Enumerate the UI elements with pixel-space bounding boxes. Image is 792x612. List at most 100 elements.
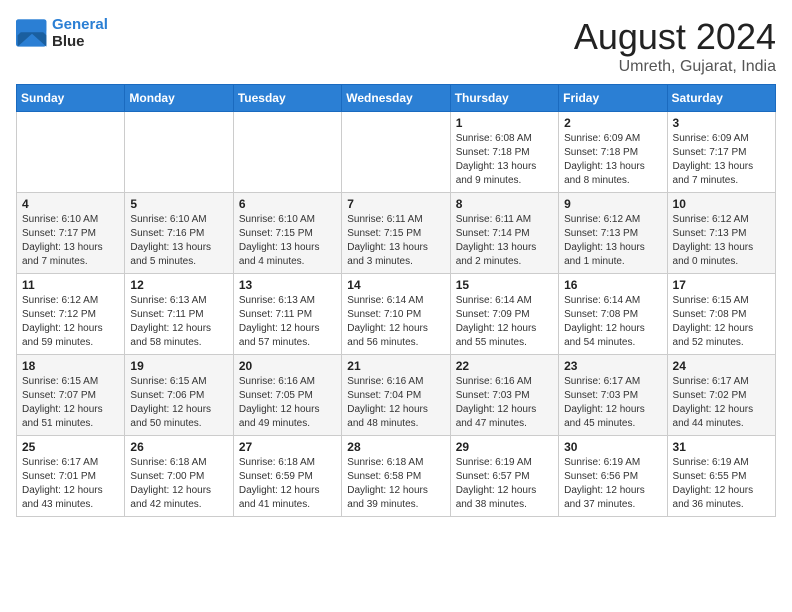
calendar-cell: 17Sunrise: 6:15 AMSunset: 7:08 PMDayligh… <box>667 274 775 355</box>
day-info: Sunrise: 6:15 AMSunset: 7:06 PMDaylight:… <box>130 375 227 431</box>
day-number: 8 <box>456 197 553 211</box>
weekday-header-thursday: Thursday <box>450 85 558 112</box>
calendar-cell <box>17 112 125 193</box>
day-number: 3 <box>673 116 770 130</box>
header: General Blue August 2024 Umreth, Gujarat… <box>16 16 776 76</box>
day-number: 20 <box>239 359 336 373</box>
day-number: 15 <box>456 278 553 292</box>
day-info: Sunrise: 6:11 AMSunset: 7:15 PMDaylight:… <box>347 213 444 269</box>
calendar-cell: 25Sunrise: 6:17 AMSunset: 7:01 PMDayligh… <box>17 436 125 517</box>
title-area: August 2024 Umreth, Gujarat, India <box>574 16 776 76</box>
calendar-cell: 26Sunrise: 6:18 AMSunset: 7:00 PMDayligh… <box>125 436 233 517</box>
calendar-week-3: 11 Sunrise: 6:12 AMSunset: 7:12 PMDayligh… <box>17 274 776 355</box>
day-info: Sunrise: 6:13 AMSunset: 7:11 PMDaylight:… <box>130 294 227 350</box>
day-number: 19 <box>130 359 227 373</box>
day-info: Sunrise: 6:17 AMSunset: 7:02 PMDaylight:… <box>673 375 770 431</box>
calendar-cell: 15 Sunrise: 6:14 AMSunset: 7:09 PMDayligh… <box>450 274 558 355</box>
calendar-table: SundayMondayTuesdayWednesdayThursdayFrid… <box>16 84 776 517</box>
calendar-cell: 3 Sunrise: 6:09 AMSunset: 7:17 PMDaylight… <box>667 112 775 193</box>
day-number: 27 <box>239 440 336 454</box>
calendar-cell: 20 Sunrise: 6:16 AMSunset: 7:05 PMDayligh… <box>233 355 341 436</box>
calendar-cell: 1Sunrise: 6:08 AMSunset: 7:18 PMDaylight… <box>450 112 558 193</box>
day-number: 31 <box>673 440 770 454</box>
day-number: 14 <box>347 278 444 292</box>
calendar-cell: 30 Sunrise: 6:19 AMSunset: 6:56 PMDayligh… <box>559 436 667 517</box>
calendar-cell: 16 Sunrise: 6:14 AMSunset: 7:08 PMDayligh… <box>559 274 667 355</box>
day-info: Sunrise: 6:12 AMSunset: 7:13 PMDaylight:… <box>564 213 661 269</box>
calendar-cell <box>342 112 450 193</box>
day-number: 2 <box>564 116 661 130</box>
logo-text: General Blue <box>52 16 108 50</box>
day-info: Sunrise: 6:08 AMSunset: 7:18 PMDaylight:… <box>456 132 553 188</box>
calendar-cell: 19 Sunrise: 6:15 AMSunset: 7:06 PMDayligh… <box>125 355 233 436</box>
calendar-cell: 21Sunrise: 6:16 AMSunset: 7:04 PMDayligh… <box>342 355 450 436</box>
weekday-header-monday: Monday <box>125 85 233 112</box>
day-number: 10 <box>673 197 770 211</box>
day-info: Sunrise: 6:09 AMSunset: 7:18 PMDaylight:… <box>564 132 661 188</box>
calendar-cell: 11 Sunrise: 6:12 AMSunset: 7:12 PMDayligh… <box>17 274 125 355</box>
day-info: Sunrise: 6:16 AMSunset: 7:04 PMDaylight:… <box>347 375 444 431</box>
weekday-header-sunday: Sunday <box>17 85 125 112</box>
logo-icon <box>16 19 48 47</box>
day-info: Sunrise: 6:16 AMSunset: 7:05 PMDaylight:… <box>239 375 336 431</box>
day-info: Sunrise: 6:10 AMSunset: 7:16 PMDaylight:… <box>130 213 227 269</box>
day-number: 12 <box>130 278 227 292</box>
day-info: Sunrise: 6:19 AMSunset: 6:56 PMDaylight:… <box>564 456 661 512</box>
calendar-cell: 5 Sunrise: 6:10 AMSunset: 7:16 PMDaylight… <box>125 193 233 274</box>
calendar-cell: 28 Sunrise: 6:18 AMSunset: 6:58 PMDayligh… <box>342 436 450 517</box>
day-info: Sunrise: 6:10 AMSunset: 7:15 PMDaylight:… <box>239 213 336 269</box>
day-info: Sunrise: 6:13 AMSunset: 7:11 PMDaylight:… <box>239 294 336 350</box>
day-info: Sunrise: 6:12 AMSunset: 7:12 PMDaylight:… <box>22 294 119 350</box>
day-info: Sunrise: 6:14 AMSunset: 7:10 PMDaylight:… <box>347 294 444 350</box>
calendar-cell: 2 Sunrise: 6:09 AMSunset: 7:18 PMDaylight… <box>559 112 667 193</box>
calendar-week-1: 1Sunrise: 6:08 AMSunset: 7:18 PMDaylight… <box>17 112 776 193</box>
day-number: 9 <box>564 197 661 211</box>
logo: General Blue <box>16 16 108 50</box>
calendar-cell: 9 Sunrise: 6:12 AMSunset: 7:13 PMDaylight… <box>559 193 667 274</box>
day-number: 30 <box>564 440 661 454</box>
day-number: 11 <box>22 278 119 292</box>
day-info: Sunrise: 6:18 AMSunset: 6:58 PMDaylight:… <box>347 456 444 512</box>
day-info: Sunrise: 6:16 AMSunset: 7:03 PMDaylight:… <box>456 375 553 431</box>
day-number: 6 <box>239 197 336 211</box>
calendar-cell: 18Sunrise: 6:15 AMSunset: 7:07 PMDayligh… <box>17 355 125 436</box>
day-info: Sunrise: 6:12 AMSunset: 7:13 PMDaylight:… <box>673 213 770 269</box>
day-number: 23 <box>564 359 661 373</box>
calendar-cell: 10 Sunrise: 6:12 AMSunset: 7:13 PMDayligh… <box>667 193 775 274</box>
day-number: 24 <box>673 359 770 373</box>
day-info: Sunrise: 6:09 AMSunset: 7:17 PMDaylight:… <box>673 132 770 188</box>
sub-title: Umreth, Gujarat, India <box>574 58 776 76</box>
calendar-week-4: 18Sunrise: 6:15 AMSunset: 7:07 PMDayligh… <box>17 355 776 436</box>
calendar-cell <box>233 112 341 193</box>
day-number: 5 <box>130 197 227 211</box>
day-info: Sunrise: 6:14 AMSunset: 7:09 PMDaylight:… <box>456 294 553 350</box>
weekday-header-friday: Friday <box>559 85 667 112</box>
day-info: Sunrise: 6:15 AMSunset: 7:08 PMDaylight:… <box>673 294 770 350</box>
calendar-cell: 8 Sunrise: 6:11 AMSunset: 7:14 PMDaylight… <box>450 193 558 274</box>
calendar-cell: 4Sunrise: 6:10 AMSunset: 7:17 PMDaylight… <box>17 193 125 274</box>
calendar-cell: 13Sunrise: 6:13 AMSunset: 7:11 PMDayligh… <box>233 274 341 355</box>
calendar-cell: 29 Sunrise: 6:19 AMSunset: 6:57 PMDayligh… <box>450 436 558 517</box>
weekday-header-wednesday: Wednesday <box>342 85 450 112</box>
day-number: 16 <box>564 278 661 292</box>
calendar-cell: 22Sunrise: 6:16 AMSunset: 7:03 PMDayligh… <box>450 355 558 436</box>
day-number: 28 <box>347 440 444 454</box>
day-info: Sunrise: 6:11 AMSunset: 7:14 PMDaylight:… <box>456 213 553 269</box>
main-title: August 2024 <box>574 16 776 58</box>
day-info: Sunrise: 6:14 AMSunset: 7:08 PMDaylight:… <box>564 294 661 350</box>
day-number: 4 <box>22 197 119 211</box>
calendar-cell: 24 Sunrise: 6:17 AMSunset: 7:02 PMDayligh… <box>667 355 775 436</box>
calendar-week-5: 25Sunrise: 6:17 AMSunset: 7:01 PMDayligh… <box>17 436 776 517</box>
day-number: 26 <box>130 440 227 454</box>
day-number: 18 <box>22 359 119 373</box>
calendar-cell: 6 Sunrise: 6:10 AMSunset: 7:15 PMDaylight… <box>233 193 341 274</box>
day-number: 7 <box>347 197 444 211</box>
day-info: Sunrise: 6:18 AMSunset: 6:59 PMDaylight:… <box>239 456 336 512</box>
day-number: 29 <box>456 440 553 454</box>
weekday-header-row: SundayMondayTuesdayWednesdayThursdayFrid… <box>17 85 776 112</box>
day-info: Sunrise: 6:19 AMSunset: 6:57 PMDaylight:… <box>456 456 553 512</box>
calendar-cell: 7 Sunrise: 6:11 AMSunset: 7:15 PMDaylight… <box>342 193 450 274</box>
day-number: 25 <box>22 440 119 454</box>
calendar-body: 1Sunrise: 6:08 AMSunset: 7:18 PMDaylight… <box>17 112 776 517</box>
calendar-cell: 12 Sunrise: 6:13 AMSunset: 7:11 PMDayligh… <box>125 274 233 355</box>
